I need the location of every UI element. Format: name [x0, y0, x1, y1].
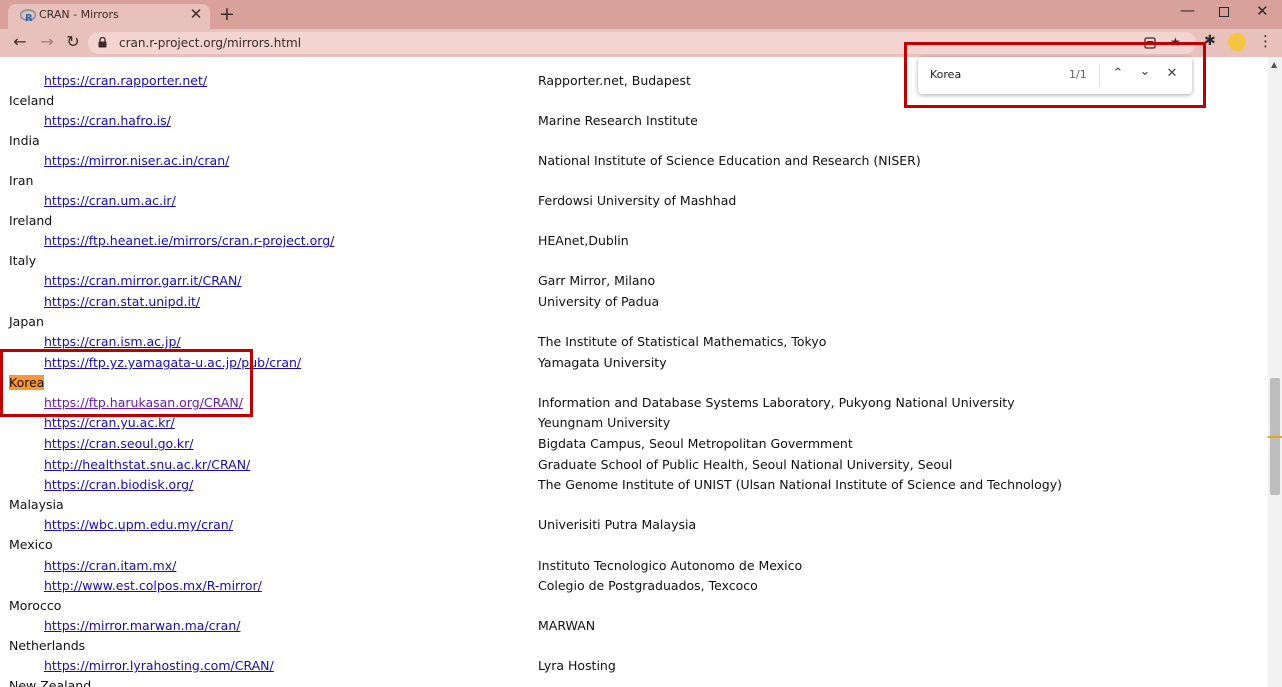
mirror-description: Marine Research Institute — [538, 113, 698, 128]
tab-close-icon[interactable]: ✕ — [187, 5, 205, 23]
mirror-description: Graduate School of Public Health, Seoul … — [538, 457, 953, 472]
country-heading: Japan — [9, 314, 44, 329]
mirror-link[interactable]: https://wbc.upm.edu.my/cran/ — [44, 517, 233, 532]
country-heading: Iceland — [9, 93, 55, 108]
window-close-icon[interactable]: ✕ — [1256, 2, 1269, 20]
reload-icon[interactable]: ↻ — [63, 32, 83, 51]
country-heading: Iran — [9, 173, 34, 188]
mirror-description: Lyra Hosting — [538, 658, 616, 673]
mirror-description: National Institute of Science Education … — [538, 153, 921, 168]
mirror-link[interactable]: https://mirror.niser.ac.in/cran/ — [44, 153, 229, 168]
mirror-description: Yamagata University — [538, 355, 667, 370]
mirror-description: The Institute of Statistical Mathematics… — [538, 334, 827, 349]
find-bar-highlight-box — [904, 42, 1206, 108]
mirror-link[interactable]: http://healthstat.snu.ac.kr/CRAN/ — [44, 457, 250, 472]
forward-icon[interactable]: → — [37, 32, 57, 51]
mirror-description: University of Padua — [538, 294, 660, 309]
mirror-link[interactable]: https://cran.stat.unipd.it/ — [44, 294, 200, 309]
url-text[interactable]: cran.r-project.org/mirrors.html — [119, 36, 301, 50]
country-heading: New Zealand — [9, 678, 92, 687]
mirror-description: Univerisiti Putra Malaysia — [538, 517, 697, 532]
find-match-marker — [1268, 436, 1282, 438]
mirror-link[interactable]: https://cran.itam.mx/ — [44, 558, 176, 573]
mirror-description: Bigdata Campus, Seoul Metropolitan Gover… — [538, 436, 853, 451]
minimize-icon[interactable]: — — [1180, 1, 1195, 19]
country-heading: India — [9, 133, 40, 148]
korea-highlight-box — [0, 349, 253, 417]
browser-menu-icon[interactable]: ⋮ — [1258, 32, 1273, 50]
r-logo-icon: R — [20, 9, 36, 23]
mirror-description: Garr Mirror, Milano — [538, 273, 656, 288]
mirror-description: Colegio de Postgraduados, Texcoco — [538, 578, 758, 593]
mirror-link[interactable]: https://cran.rapporter.net/ — [44, 73, 207, 88]
country-heading: Malaysia — [9, 497, 64, 512]
mirror-link[interactable]: https://cran.hafro.is/ — [44, 113, 171, 128]
mirror-link[interactable]: https://cran.um.ac.ir/ — [44, 193, 176, 208]
maximize-icon[interactable] — [1219, 7, 1229, 17]
mirror-link[interactable]: https://cran.mirror.garr.it/CRAN/ — [44, 273, 242, 288]
mirror-description: Information and Database Systems Laborat… — [538, 395, 1015, 410]
mirror-description: Rapporter.net, Budapest — [538, 73, 691, 88]
mirror-link[interactable]: http://www.est.colpos.mx/R-mirror/ — [44, 578, 262, 593]
mirror-link[interactable]: https://mirror.marwan.ma/cran/ — [44, 618, 240, 633]
mirror-description: HEAnet,Dublin — [538, 233, 629, 248]
svg-text:R: R — [25, 13, 33, 23]
country-heading: Italy — [9, 253, 37, 268]
tab-cran-mirrors[interactable]: R CRAN - Mirrors ✕ — [8, 4, 210, 29]
scroll-up-icon[interactable]: ▲ — [1271, 60, 1277, 69]
mirror-link[interactable]: https://cran.seoul.go.kr/ — [44, 436, 194, 451]
mirror-description: Yeungnam University — [538, 415, 671, 430]
country-heading: Morocco — [9, 598, 62, 613]
country-heading: Netherlands — [9, 638, 86, 653]
mirror-description: The Genome Institute of UNIST (Ulsan Nat… — [538, 477, 1062, 492]
mirror-link[interactable]: https://mirror.lyrahosting.com/CRAN/ — [44, 658, 274, 673]
back-icon[interactable]: ← — [10, 32, 30, 51]
country-heading: Ireland — [9, 213, 53, 228]
mirror-link[interactable]: https://cran.biodisk.org/ — [44, 477, 193, 492]
mirror-link[interactable]: https://cran.yu.ac.kr/ — [44, 415, 175, 430]
mirror-description: MARWAN — [538, 618, 596, 633]
vertical-scrollbar[interactable] — [1268, 57, 1282, 687]
new-tab-icon[interactable]: + — [217, 3, 237, 25]
mirror-description: Instituto Tecnologico Autonomo de Mexico — [538, 558, 803, 573]
country-heading: Mexico — [9, 537, 53, 552]
lock-icon — [98, 37, 107, 48]
mirror-link[interactable]: https://cran.ism.ac.jp/ — [44, 334, 181, 349]
tab-title: CRAN - Mirrors — [39, 8, 119, 21]
mirror-link[interactable]: https://ftp.heanet.ie/mirrors/cran.r-pro… — [44, 233, 334, 248]
mirror-description: Ferdowsi University of Mashhad — [538, 193, 737, 208]
profile-avatar[interactable] — [1228, 33, 1246, 51]
